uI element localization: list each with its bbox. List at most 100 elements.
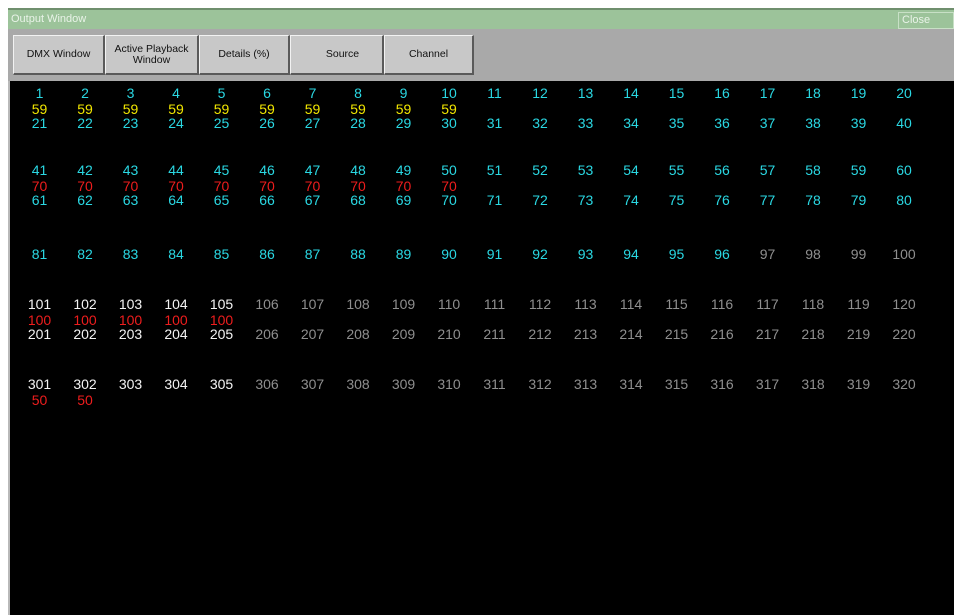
channel-cell[interactable]: 50 70 xyxy=(428,162,471,194)
channel-cell[interactable]: 319 xyxy=(837,376,880,392)
channel-cell[interactable]: 94 xyxy=(610,246,653,262)
channel-cell[interactable]: 311 xyxy=(473,376,516,392)
channel-cell[interactable]: 27 xyxy=(291,115,334,131)
channel-cell[interactable]: 204 xyxy=(155,326,198,342)
channel-cell[interactable]: 65 xyxy=(200,192,243,208)
channel-cell[interactable]: 35 xyxy=(655,115,698,131)
channel-cell[interactable]: 11 xyxy=(473,85,516,101)
source-button[interactable]: Source xyxy=(290,35,384,75)
channel-cell[interactable]: 86 xyxy=(246,246,289,262)
channel-cell[interactable]: 80 xyxy=(883,192,926,208)
channel-cell[interactable]: 23 xyxy=(109,115,152,131)
channel-cell[interactable]: 21 xyxy=(18,115,61,131)
channel-cell[interactable]: 302 50 xyxy=(64,376,107,408)
channel-cell[interactable]: 114 xyxy=(610,296,653,312)
channel-cell[interactable]: 211 xyxy=(473,326,516,342)
channel-cell[interactable]: 38 xyxy=(792,115,835,131)
channel-cell[interactable]: 53 xyxy=(564,162,607,178)
channel-cell[interactable]: 9 59 xyxy=(382,85,425,117)
channel-cell[interactable]: 209 xyxy=(382,326,425,342)
channel-cell[interactable]: 98 xyxy=(792,246,835,262)
channel-cell[interactable]: 113 xyxy=(564,296,607,312)
channel-cell[interactable]: 18 xyxy=(792,85,835,101)
dmx-window-button[interactable]: DMX Window xyxy=(13,35,105,75)
channel-cell[interactable]: 318 xyxy=(792,376,835,392)
details-percent-button[interactable]: Details (%) xyxy=(199,35,290,75)
channel-cell[interactable]: 48 70 xyxy=(337,162,380,194)
channel-cell[interactable]: 17 xyxy=(746,85,789,101)
channel-cell[interactable]: 20 xyxy=(883,85,926,101)
channel-cell[interactable]: 110 xyxy=(428,296,471,312)
channel-cell[interactable]: 25 xyxy=(200,115,243,131)
channel-cell[interactable]: 72 xyxy=(519,192,562,208)
channel-cell[interactable]: 212 xyxy=(519,326,562,342)
channel-cell[interactable]: 90 xyxy=(428,246,471,262)
channel-button[interactable]: Channel xyxy=(384,35,474,75)
channel-cell[interactable]: 19 xyxy=(837,85,880,101)
channel-cell[interactable]: 307 xyxy=(291,376,334,392)
channel-cell[interactable]: 36 xyxy=(701,115,744,131)
channel-cell[interactable]: 315 xyxy=(655,376,698,392)
close-button[interactable]: Close xyxy=(898,12,954,29)
channel-cell[interactable]: 7 59 xyxy=(291,85,334,117)
channel-cell[interactable]: 314 xyxy=(610,376,653,392)
channel-cell[interactable]: 96 xyxy=(701,246,744,262)
channel-cell[interactable]: 22 xyxy=(64,115,107,131)
channel-cell[interactable]: 303 xyxy=(109,376,152,392)
channel-cell[interactable]: 210 xyxy=(428,326,471,342)
channel-cell[interactable]: 93 xyxy=(564,246,607,262)
channel-cell[interactable]: 217 xyxy=(746,326,789,342)
active-playback-window-button[interactable]: Active Playback Window xyxy=(105,35,199,75)
channel-cell[interactable]: 309 xyxy=(382,376,425,392)
channel-cell[interactable]: 82 xyxy=(64,246,107,262)
channel-cell[interactable]: 8 59 xyxy=(337,85,380,117)
channel-cell[interactable]: 1 59 xyxy=(18,85,61,117)
channel-cell[interactable]: 213 xyxy=(564,326,607,342)
channel-cell[interactable]: 33 xyxy=(564,115,607,131)
channel-cell[interactable]: 216 xyxy=(701,326,744,342)
channel-cell[interactable]: 91 xyxy=(473,246,516,262)
title-bar[interactable]: Output Window Close xyxy=(8,8,954,29)
channel-cell[interactable]: 68 xyxy=(337,192,380,208)
channel-cell[interactable]: 116 xyxy=(701,296,744,312)
channel-cell[interactable]: 47 70 xyxy=(291,162,334,194)
channel-cell[interactable]: 15 xyxy=(655,85,698,101)
channel-cell[interactable]: 52 xyxy=(519,162,562,178)
channel-cell[interactable]: 118 xyxy=(792,296,835,312)
channel-cell[interactable]: 112 xyxy=(519,296,562,312)
channel-cell[interactable]: 59 xyxy=(837,162,880,178)
channel-cell[interactable]: 16 xyxy=(701,85,744,101)
channel-cell[interactable]: 67 xyxy=(291,192,334,208)
channel-cell[interactable]: 76 xyxy=(701,192,744,208)
channel-cell[interactable]: 109 xyxy=(382,296,425,312)
channel-cell[interactable]: 79 xyxy=(837,192,880,208)
channel-cell[interactable]: 4 59 xyxy=(155,85,198,117)
channel-cell[interactable]: 3 59 xyxy=(109,85,152,117)
channel-cell[interactable]: 34 xyxy=(610,115,653,131)
channel-cell[interactable]: 88 xyxy=(337,246,380,262)
channel-cell[interactable]: 32 xyxy=(519,115,562,131)
channel-cell[interactable]: 219 xyxy=(837,326,880,342)
channel-cell[interactable]: 75 xyxy=(655,192,698,208)
channel-cell[interactable]: 30 xyxy=(428,115,471,131)
channel-cell[interactable]: 84 xyxy=(155,246,198,262)
channel-cell[interactable]: 100 xyxy=(883,246,926,262)
channel-cell[interactable]: 310 xyxy=(428,376,471,392)
channel-cell[interactable]: 104 100 xyxy=(155,296,198,328)
channel-cell[interactable]: 312 xyxy=(519,376,562,392)
channel-cell[interactable]: 43 70 xyxy=(109,162,152,194)
channel-cell[interactable]: 41 70 xyxy=(18,162,61,194)
channel-cell[interactable]: 51 xyxy=(473,162,516,178)
channel-cell[interactable]: 207 xyxy=(291,326,334,342)
channel-cell[interactable]: 64 xyxy=(155,192,198,208)
channel-cell[interactable]: 13 xyxy=(564,85,607,101)
channel-cell[interactable]: 37 xyxy=(746,115,789,131)
channel-cell[interactable]: 49 70 xyxy=(382,162,425,194)
channel-cell[interactable]: 320 xyxy=(883,376,926,392)
channel-cell[interactable]: 202 xyxy=(64,326,107,342)
channel-cell[interactable]: 85 xyxy=(200,246,243,262)
channel-cell[interactable]: 55 xyxy=(655,162,698,178)
channel-cell[interactable]: 205 xyxy=(200,326,243,342)
channel-cell[interactable]: 14 xyxy=(610,85,653,101)
channel-cell[interactable]: 99 xyxy=(837,246,880,262)
